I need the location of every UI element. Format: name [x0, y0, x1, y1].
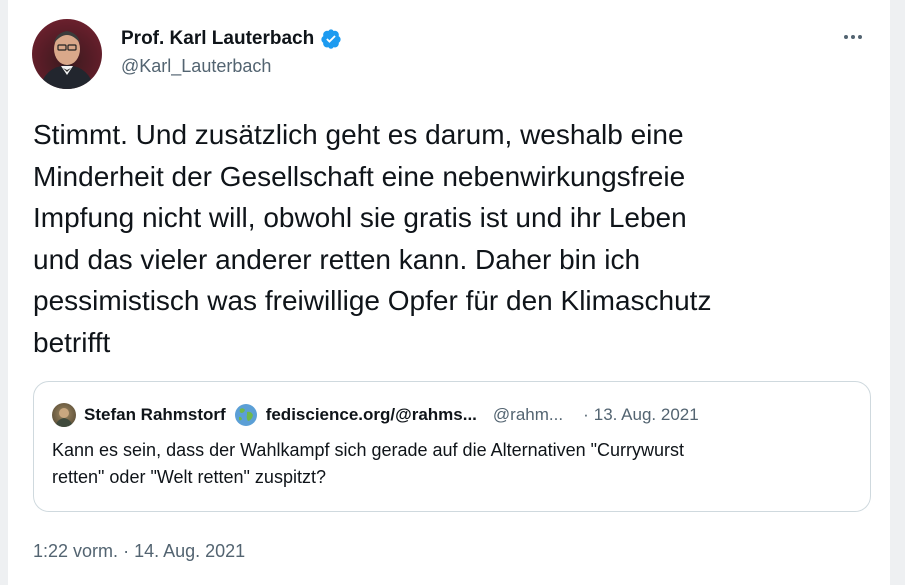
- quoted-separator: ·: [583, 405, 589, 424]
- author-name-row: Prof. Karl Lauterbach: [121, 26, 342, 52]
- tweet-timestamp[interactable]: 1:22 vorm. · 14. Aug. 2021: [33, 541, 245, 562]
- more-options-button[interactable]: [838, 22, 868, 52]
- tweet-card: Prof. Karl Lauterbach @Karl_Lauterbach S…: [8, 0, 890, 585]
- verified-badge-icon: [321, 29, 341, 49]
- tweet-date: 14. Aug. 2021: [134, 541, 246, 561]
- author-block: Prof. Karl Lauterbach @Karl_Lauterbach: [121, 26, 342, 77]
- tweet-text: Stimmt. Und zusätzlich geht es darum, we…: [33, 119, 712, 358]
- quoted-author-site: fediscience.org/@rahms...: [265, 405, 477, 424]
- tweet-time: 1:22 vorm.: [33, 541, 119, 561]
- quoted-tweet[interactable]: Stefan Rahmstorf fediscience.org/@rahms.…: [33, 381, 871, 512]
- quoted-tweet-header: Stefan Rahmstorf fediscience.org/@rahms.…: [52, 403, 699, 427]
- timestamp-separator: ·: [123, 541, 130, 561]
- author-avatar[interactable]: [32, 19, 102, 89]
- quoted-tweet-text: Kann es sein, dass der Wahlkampf sich ge…: [52, 440, 685, 487]
- quoted-author-name: Stefan Rahmstorf: [84, 405, 226, 424]
- more-dot-icon: [844, 35, 848, 39]
- more-dot-icon: [851, 35, 855, 39]
- more-dot-icon: [858, 35, 862, 39]
- globe-emoji-icon: [234, 404, 257, 426]
- quoted-date: 13. Aug. 2021: [593, 405, 699, 424]
- author-name[interactable]: Prof. Karl Lauterbach: [121, 28, 314, 50]
- quoted-author-avatar: [52, 403, 76, 427]
- author-handle[interactable]: @Karl_Lauterbach: [121, 56, 342, 77]
- author-avatar-image: [40, 31, 94, 89]
- quoted-author-handle: @rahm...: [492, 405, 564, 424]
